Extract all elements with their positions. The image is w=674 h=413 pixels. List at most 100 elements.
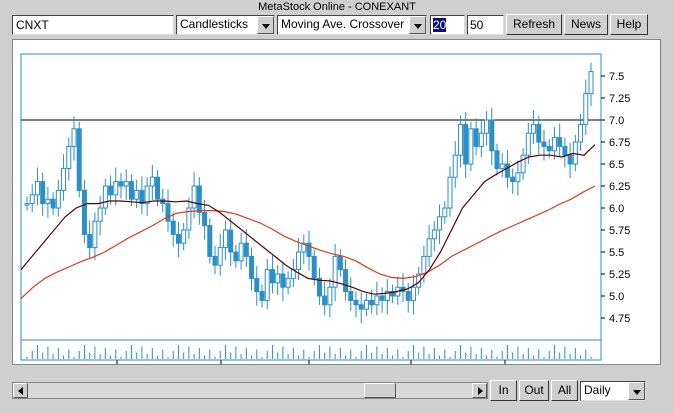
candle-body (280, 273, 286, 288)
chevron-down-icon[interactable] (409, 16, 426, 34)
candle-body (504, 163, 510, 178)
candle-body (55, 189, 61, 209)
candle-body (222, 229, 228, 249)
candle-body (34, 181, 40, 196)
zoom-in-button[interactable]: In (490, 380, 517, 401)
plot-border (20, 53, 602, 361)
candle-body (557, 137, 563, 147)
candle-body (311, 255, 317, 279)
candle-body (536, 123, 542, 143)
candle-body (327, 286, 333, 306)
zoom-all-button[interactable]: All (551, 380, 578, 401)
candle-body (426, 238, 432, 257)
scroll-right-button[interactable] (472, 383, 487, 398)
candle-body (531, 123, 537, 134)
interval-value: Daily (584, 383, 611, 397)
candle-body (207, 225, 213, 257)
candle-body (499, 163, 505, 169)
symbol-input[interactable] (12, 15, 174, 35)
refresh-button[interactable]: Refresh (506, 14, 562, 35)
candle-body (181, 229, 187, 244)
candle-body (442, 207, 448, 218)
candle-body (170, 220, 176, 235)
candle-body (134, 189, 140, 200)
candle-body (61, 167, 67, 191)
chart-type-select[interactable]: Candlesticks (176, 15, 275, 35)
candle-body (24, 203, 30, 206)
candle-body (588, 71, 594, 95)
horizontal-scrollbar[interactable] (12, 382, 488, 399)
candle-body (363, 299, 369, 310)
candle-body (123, 181, 129, 187)
candle-body (269, 269, 275, 284)
candle-body (353, 299, 359, 306)
indicator-value: Moving Ave. Crossover (281, 17, 405, 31)
candle-body (113, 181, 119, 196)
y-tick-label: 7.25 (609, 93, 630, 105)
candle-body (202, 211, 208, 227)
candle-body (275, 273, 281, 284)
candle-body (316, 277, 322, 297)
y-tick-label: 6.25 (609, 181, 630, 193)
candle-body (71, 128, 77, 147)
y-tick-label: 5.5 (609, 247, 624, 259)
candle-body (249, 255, 255, 279)
help-button[interactable]: Help (610, 14, 648, 35)
candle-body (525, 132, 531, 156)
y-tick-label: 5.25 (609, 269, 630, 281)
chevron-down-icon[interactable] (257, 16, 274, 34)
chart-panel[interactable]: 7.5 7.25 7.0 6.75 6.5 6.25 6.0 5.75 5.5 5.25 5.0 4.… (12, 39, 661, 365)
candle-body (118, 181, 124, 187)
candle-body (463, 123, 469, 165)
candle-body (520, 154, 526, 174)
candle-body (243, 242, 249, 257)
candle-body (238, 242, 244, 262)
candle-body (379, 295, 385, 301)
candle-body (264, 269, 270, 301)
candle-body (76, 128, 82, 191)
long-period-value: 50 (470, 18, 484, 32)
candle-body (562, 145, 568, 156)
scroll-thumb[interactable] (364, 383, 396, 398)
y-tick-label: 7.5 (609, 71, 624, 83)
candle-body (546, 145, 552, 152)
y-tick-label: 5.0 (609, 291, 624, 303)
chevron-down-icon[interactable] (628, 382, 645, 400)
y-tick-label: 6.5 (609, 159, 624, 171)
news-button[interactable]: News (564, 14, 608, 35)
candle-body (144, 185, 150, 205)
candle-body (578, 123, 584, 143)
candle-body (457, 123, 463, 156)
candle-body (254, 277, 260, 293)
window-title: MetaStock Online - CONEXANT (258, 1, 416, 13)
long-period-input[interactable]: 50 (467, 15, 504, 35)
toolbar: Candlesticks Moving Ave. Crossover 20 50… (0, 14, 674, 38)
candle-body (343, 269, 349, 293)
candle-body (149, 176, 155, 187)
candle-body (296, 251, 302, 271)
candle-body (510, 176, 516, 183)
scroll-left-button[interactable] (13, 383, 28, 398)
short-period-value: 20 (433, 18, 447, 32)
candle-body (468, 128, 474, 165)
candle-body (217, 247, 223, 266)
candle-body (92, 220, 98, 249)
candle-body (478, 132, 484, 147)
bottom-bar: In Out All Daily (12, 380, 662, 402)
candle-body (29, 194, 35, 205)
indicator-select[interactable]: Moving Ave. Crossover (277, 15, 427, 35)
candle-body (431, 229, 437, 240)
candle-body (196, 185, 202, 213)
candle-body (358, 304, 364, 310)
zoom-out-button[interactable]: Out (519, 380, 549, 401)
interval-select[interactable]: Daily (580, 381, 646, 401)
candle-body (437, 216, 443, 231)
candle-body (45, 198, 51, 205)
candle-body (322, 295, 328, 306)
arrow-left-icon (18, 387, 23, 395)
candle-body (175, 233, 181, 244)
candle-body (541, 141, 547, 147)
short-period-input[interactable]: 20 (430, 15, 465, 35)
candle-body (155, 176, 161, 200)
y-tick-label: 7.0 (609, 115, 624, 127)
